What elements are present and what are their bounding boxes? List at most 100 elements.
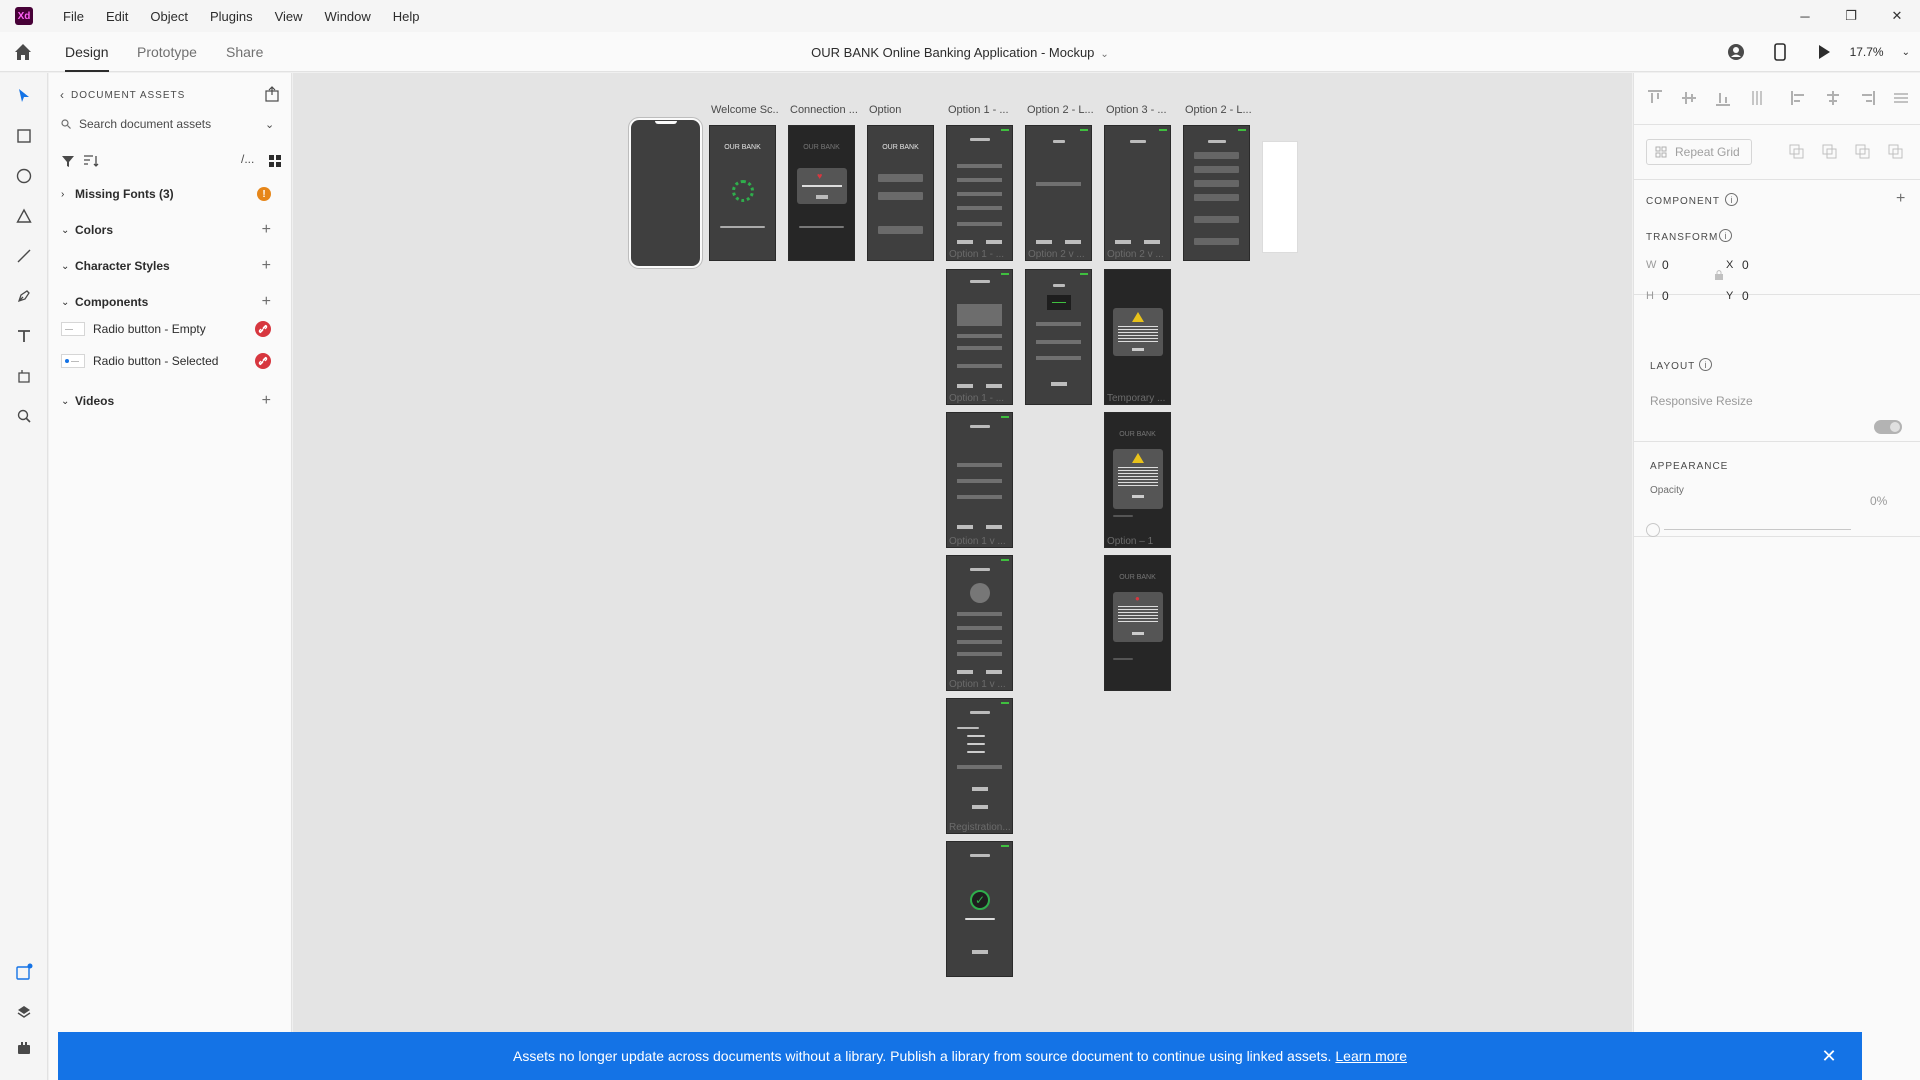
tab-prototype[interactable]: Prototype (137, 44, 197, 60)
artboard-option-2-menu[interactable] (1183, 125, 1250, 261)
polygon-tool-icon[interactable] (12, 204, 36, 228)
rectangle-tool-icon[interactable] (12, 124, 36, 148)
section-components[interactable]: ⌄ Components + (61, 292, 283, 312)
learn-more-link[interactable]: Learn more (1335, 1048, 1407, 1064)
artboard-label[interactable]: Option 2 - L... (1185, 104, 1253, 116)
align-left-icon[interactable] (1790, 89, 1808, 107)
artboard-table-sheet[interactable] (1262, 141, 1298, 253)
menu-help[interactable]: Help (382, 9, 431, 24)
chevron-down-icon[interactable]: ⌄ (265, 118, 274, 131)
menu-window[interactable]: Window (314, 9, 382, 24)
document-title-text[interactable]: OUR BANK Online Banking Application - Mo… (811, 45, 1094, 60)
document-assets-icon[interactable] (12, 960, 36, 984)
chevron-left-icon[interactable]: ‹ (60, 88, 65, 102)
artboard-option-2-login[interactable]: Option 2 v ... (1025, 125, 1092, 261)
opacity-slider-track[interactable] (1664, 529, 1851, 530)
tab-design[interactable]: Design (65, 44, 109, 72)
phone-frame-artboard[interactable] (628, 117, 703, 269)
boolean-intersect-icon[interactable] (1854, 143, 1872, 161)
restore-button[interactable]: ❐ (1828, 0, 1874, 32)
artboard-option-1-v2[interactable]: Option 1 v ... (946, 412, 1013, 548)
artboard-label[interactable]: Option 2 - L... (1027, 104, 1095, 116)
height-input[interactable]: 0 (1662, 289, 1669, 303)
grid-view-icon[interactable] (268, 154, 282, 168)
artboard-connection[interactable]: OUR BANK ♥ (788, 125, 855, 261)
tab-share[interactable]: Share (226, 44, 263, 60)
boolean-subtract-icon[interactable] (1821, 143, 1839, 161)
broken-link-icon[interactable] (255, 353, 271, 369)
repeat-grid-button[interactable]: Repeat Grid (1646, 139, 1752, 165)
home-icon[interactable] (12, 41, 34, 63)
artboard-option-1-v3[interactable]: Option 1 v ... (946, 555, 1013, 691)
align-bottom-icon[interactable] (1714, 89, 1732, 107)
x-input[interactable]: 0 (1742, 258, 1749, 272)
opacity-value[interactable]: 0% (1870, 494, 1887, 508)
zoom-level[interactable]: 17.7% (1850, 45, 1884, 59)
plugins-icon[interactable] (12, 1036, 36, 1060)
artboard-option-minus-1[interactable]: OUR BANK Option – 1 (1104, 412, 1171, 548)
align-center-icon[interactable] (1824, 89, 1842, 107)
distribute-horizontal-icon[interactable] (1892, 89, 1910, 107)
export-icon[interactable] (263, 85, 281, 103)
menu-edit[interactable]: Edit (95, 9, 139, 24)
artboard-temporary[interactable]: Temporary ... (1104, 269, 1171, 405)
artboard-option-3[interactable]: Option 2 v ... (1104, 125, 1171, 261)
sort-icon[interactable] (83, 154, 99, 168)
zoom-tool-icon[interactable] (12, 404, 36, 428)
section-character-styles[interactable]: ⌄ Character Styles + (61, 256, 283, 276)
info-icon[interactable]: i (1719, 229, 1732, 242)
width-input[interactable]: 0 (1662, 258, 1669, 272)
assets-header[interactable]: ‹ DOCUMENT ASSETS (60, 88, 185, 102)
opacity-slider-knob[interactable] (1646, 523, 1660, 537)
artboard-label[interactable]: Option 1 - ... (948, 104, 1016, 116)
align-top-icon[interactable] (1646, 89, 1664, 107)
align-right-icon[interactable] (1858, 89, 1876, 107)
responsive-resize-toggle[interactable] (1874, 420, 1902, 434)
add-character-style-icon[interactable]: + (262, 257, 271, 275)
artboard-option[interactable]: OUR BANK (867, 125, 934, 261)
broken-link-icon[interactable] (255, 321, 271, 337)
filter-icon[interactable] (61, 154, 75, 168)
section-colors[interactable]: ⌄ Colors + (61, 220, 283, 240)
line-tool-icon[interactable] (12, 244, 36, 268)
add-component-icon[interactable]: + (262, 293, 271, 311)
boolean-add-icon[interactable] (1788, 143, 1806, 161)
artboard-registration[interactable]: Registration... (946, 698, 1013, 834)
y-input[interactable]: 0 (1742, 289, 1749, 303)
menu-plugins[interactable]: Plugins (199, 9, 264, 24)
section-missing-fonts[interactable]: › Missing Fonts (3) ! (61, 184, 283, 204)
info-icon[interactable]: i (1699, 358, 1712, 371)
close-icon[interactable]: ✕ (1820, 1047, 1838, 1065)
artboard-option-1[interactable]: Option 1 - ... (946, 125, 1013, 261)
artboard-tool-icon[interactable] (12, 364, 36, 388)
artboard-login-fingerprint[interactable] (1025, 269, 1092, 405)
artboard-label[interactable]: Welcome Sc... (711, 104, 779, 116)
add-component-icon[interactable]: + (1896, 190, 1905, 208)
layers-icon[interactable] (12, 1000, 36, 1024)
close-window-button[interactable]: ✕ (1874, 0, 1920, 32)
distribute-vertical-icon[interactable] (1748, 89, 1766, 107)
pen-tool-icon[interactable] (12, 284, 36, 308)
menu-view[interactable]: View (264, 9, 314, 24)
device-preview-icon[interactable] (1758, 40, 1802, 64)
align-middle-icon[interactable] (1680, 89, 1698, 107)
design-canvas[interactable]: Welcome Sc... Connection ... Option Opti… (293, 73, 1632, 1080)
ellipse-tool-icon[interactable] (12, 164, 36, 188)
menu-object[interactable]: Object (139, 9, 199, 24)
artboard-label[interactable]: Option 3 - ... (1106, 104, 1174, 116)
text-tool-icon[interactable] (12, 324, 36, 348)
artboard-label[interactable]: Connection ... (790, 104, 858, 116)
search-input[interactable] (79, 117, 259, 131)
select-tool-icon[interactable] (12, 84, 36, 108)
add-video-icon[interactable]: + (262, 392, 271, 410)
section-videos[interactable]: ⌄ Videos + (61, 391, 283, 411)
minimize-button[interactable]: ─ (1782, 0, 1828, 32)
user-avatar-icon[interactable] (1714, 40, 1758, 64)
chevron-down-icon[interactable]: ⌄ (1100, 49, 1108, 60)
menu-file[interactable]: File (52, 9, 95, 24)
lock-icon[interactable] (1714, 269, 1724, 281)
component-item[interactable]: Radio button - Selected (61, 350, 283, 372)
component-item[interactable]: Radio button - Empty (61, 318, 283, 340)
artboard-label[interactable]: Option (869, 104, 937, 116)
artboard-registration-success[interactable]: ✓ (946, 841, 1013, 977)
